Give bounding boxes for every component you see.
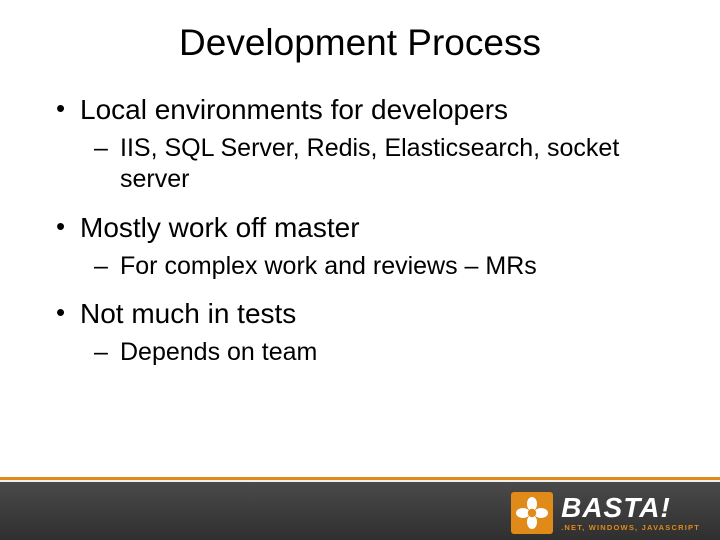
sub-list-item: For complex work and reviews – MRs (94, 251, 672, 282)
logo-sub-text: .NET, WINDOWS, JAVASCRIPT (561, 524, 700, 532)
logo: BASTA! .NET, WINDOWS, JAVASCRIPT (511, 492, 700, 534)
flower-icon (511, 492, 553, 534)
slide-content: Local environments for developers IIS, S… (0, 64, 720, 368)
sub-list-item: Depends on team (94, 337, 672, 368)
list-item: Mostly work off master For complex work … (54, 210, 672, 282)
logo-main-text: BASTA! (561, 494, 700, 522)
sub-list-item-text: Depends on team (120, 338, 317, 366)
sub-list: Depends on team (80, 337, 672, 368)
sub-list: For complex work and reviews – MRs (80, 251, 672, 282)
list-item: Local environments for developers IIS, S… (54, 92, 672, 196)
sub-list-item-text: For complex work and reviews – MRs (120, 252, 537, 280)
slide-title: Development Process (0, 0, 720, 64)
sub-list-item-text: IIS, SQL Server, Redis, Elasticsearch, s… (120, 134, 619, 193)
bullet-list: Local environments for developers IIS, S… (54, 92, 672, 368)
list-item-text: Local environments for developers (80, 94, 508, 125)
slide: Development Process Local environments f… (0, 0, 720, 540)
list-item-text: Not much in tests (80, 298, 296, 329)
sub-list: IIS, SQL Server, Redis, Elasticsearch, s… (80, 133, 672, 196)
slide-footer: BASTA! .NET, WINDOWS, JAVASCRIPT (0, 482, 720, 540)
list-item-text: Mostly work off master (80, 212, 360, 243)
logo-text: BASTA! .NET, WINDOWS, JAVASCRIPT (561, 494, 700, 532)
footer-light-line (0, 480, 720, 482)
list-item: Not much in tests Depends on team (54, 296, 672, 368)
sub-list-item: IIS, SQL Server, Redis, Elasticsearch, s… (94, 133, 672, 196)
